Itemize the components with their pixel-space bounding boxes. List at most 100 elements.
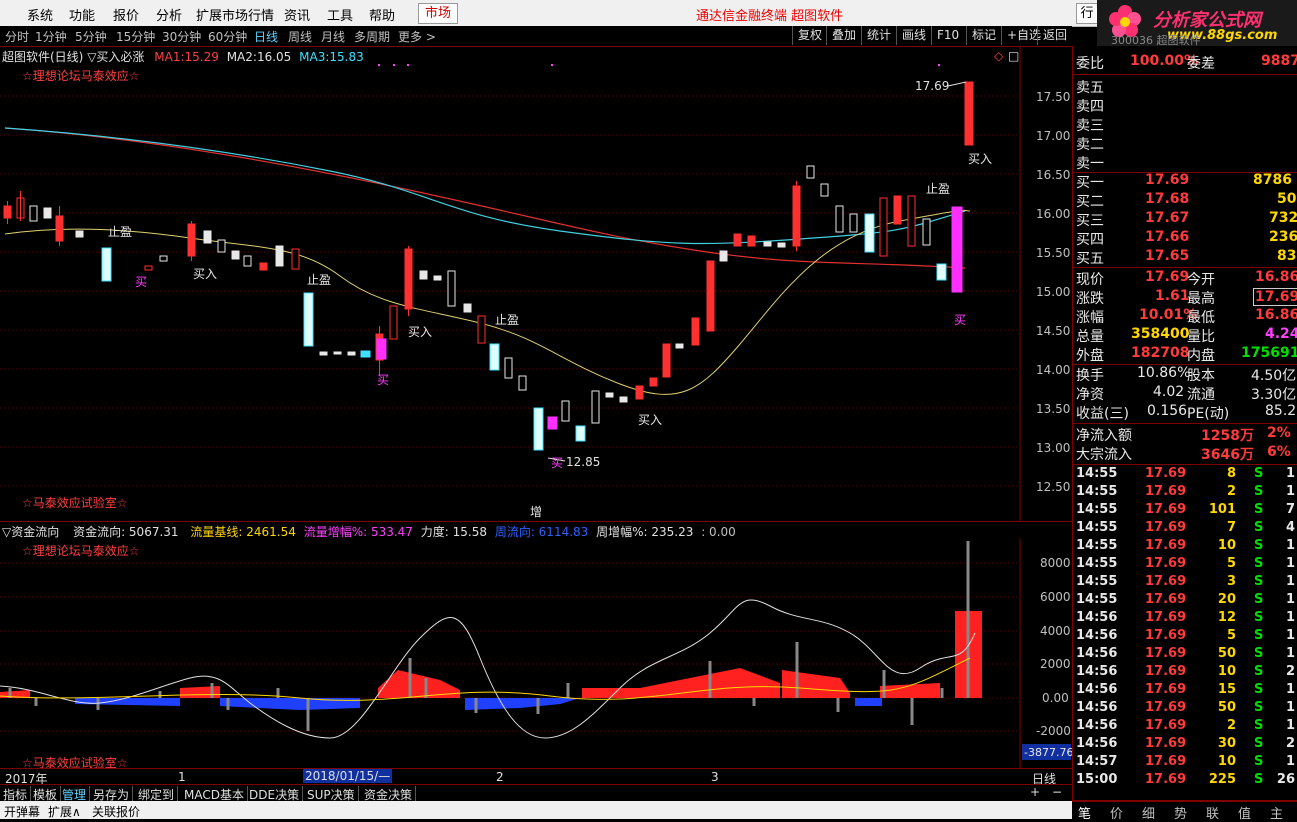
period-tab-30min[interactable]: 30分钟 [162,28,201,45]
period-tab-5min[interactable]: 5分钟 [75,28,107,45]
oscillator-line [0,599,976,739]
flow-axis: 8000 6000 4000 2000 0.00 -2000 [1036,556,1071,738]
tick-cell: 1 [1285,646,1295,661]
period-tab-15min[interactable]: 15分钟 [116,28,155,45]
diamond-icon[interactable]: ◇ [994,49,1004,63]
tick-cell: S [1254,520,1264,535]
minus-icon[interactable]: − [1052,785,1062,799]
flow-tick: 0.00 [1042,691,1069,705]
sub-indicator-name[interactable]: ▽资金流向 [2,525,59,539]
tick-cell: 14:56 [1076,646,1118,661]
period-tab-1min[interactable]: 1分钟 [35,28,67,45]
period-tab-multi[interactable]: 多周期 [354,28,390,45]
menu-item-quote[interactable]: 报价 [113,5,139,24]
mark-button[interactable]: 标记 [966,26,1001,45]
weekly-flow-value: 周流向: 6114.83 [494,525,589,539]
linked-quote-toggle[interactable]: 关联报价 [92,803,140,820]
tick-cell: 2 [1226,484,1236,499]
bid-row: 买五 17.65 83 [1076,248,1297,267]
back-button[interactable]: 返回 [1037,26,1072,45]
candlestick-chart[interactable]: 17.50 17.00 16.50 16.00 15.50 15.00 14.5… [0,46,1072,522]
stat-row: 外盘 182708 内盘 175691 [1076,345,1297,364]
menu-item-analysis[interactable]: 分析 [156,5,182,24]
bid-row: 买一 17.69 8786 [1076,172,1292,191]
period-tab-monthly[interactable]: 月线 [321,28,345,45]
stats-button[interactable]: 统计 [861,26,896,45]
danmaku-toggle[interactable]: 开弹幕 [4,803,40,820]
tick-row: 14:56 17.69 50 S 1 [1073,700,1297,718]
tick-cell: 17.69 [1145,592,1187,607]
strength-value: 力度: 15.58 [420,525,487,539]
price-tick: 17.00 [1036,129,1070,143]
flow-row: 净流入额 1258万 2% [1076,425,1291,444]
tick-cell: 1 [1285,754,1295,769]
tab-value[interactable]: 值 [1238,803,1251,822]
tick-row: 14:56 17.69 12 S 1 [1073,610,1297,628]
adjust-button[interactable]: 复权 [792,26,827,45]
tick-cell: 17.69 [1145,736,1187,751]
period-tab-daily[interactable]: 日线 [254,28,278,45]
overlay-button[interactable]: 叠加 [826,26,861,45]
menu-item-function[interactable]: 功能 [69,5,95,24]
extend-toggle[interactable]: 扩展∧ [48,803,81,820]
ask-level-label: 卖四 [1076,99,1104,115]
bid-row: 买三 17.67 732 [1076,210,1297,229]
tick-cell: 14:55 [1076,520,1118,535]
add-icon[interactable]: + [1030,785,1040,799]
extra-value: : 0.00 [701,525,736,539]
market-button[interactable]: 市场 [418,3,458,24]
tick-cell: 20 [1217,592,1236,607]
quote-switch-button[interactable]: 行 [1076,3,1098,24]
draw-line-button[interactable]: 画线 [896,26,931,45]
tick-cell: 3 [1226,574,1236,589]
close-icon[interactable]: □ [1008,49,1019,63]
candles [3,81,974,451]
price-tick: 14.50 [1036,324,1070,338]
period-tab-weekly[interactable]: 周线 [288,28,312,45]
tab-price[interactable]: 价 [1110,803,1123,822]
tab-main[interactable]: 主 [1270,803,1283,822]
tick-row: 15:00 17.69 225 S 26 [1073,772,1297,790]
tick-cell: S [1254,736,1264,751]
order-diff-value: 9887 [1261,53,1297,69]
tick-cell: 30 [1217,736,1236,751]
menu-item-extended-market[interactable]: 扩展市场行情 [196,5,274,24]
tab-linked[interactable]: 联 [1206,803,1219,822]
order-ratio-row: 委比 100.00% 委差 9887 [1073,53,1297,72]
signal-label: 买入 [193,267,217,281]
status-bar: 开弹幕 扩展∧ 关联报价 [0,801,1072,819]
period-tab-more[interactable]: 更多 > [398,28,436,45]
tick-cell: 14:56 [1076,736,1118,751]
tick-cell: S [1254,682,1264,697]
period-tab-60min[interactable]: 60分钟 [208,28,247,45]
stat-row: 收益(三) 0.156 PE(动) 85.2 [1076,403,1297,422]
tick-row: 14:55 17.69 101 S 7 [1073,502,1297,520]
time-axis: 2017年 1 2018/01/15/— 2 3 日线 [0,768,1072,786]
tick-cell: 10 [1217,664,1236,679]
signal-label: 买入 [968,152,992,166]
tick-cell: 17.69 [1145,754,1187,769]
signal-label: 止盈 [495,313,519,327]
menu-item-news[interactable]: 资讯 [284,5,310,24]
tab-trend[interactable]: 势 [1174,803,1187,822]
menu-item-system[interactable]: 系统 [27,5,53,24]
fund-flow-chart[interactable]: 8000 6000 4000 2000 0.00 -2000 -3877.76 [0,538,1072,768]
order-ratio-label: 委比 [1076,56,1104,72]
period-tab-intraday[interactable]: 分时 [5,28,29,45]
tab-trades[interactable]: 笔 [1078,803,1091,822]
f10-button[interactable]: F10 [931,26,964,45]
price-tick: 16.00 [1036,207,1070,221]
menu-item-tools[interactable]: 工具 [327,5,353,24]
tab-detail[interactable]: 细 [1142,803,1155,822]
quote-panel-tabs: 笔 价 细 势 联 值 主 [1072,801,1297,822]
tick-cell: 14:56 [1076,664,1118,679]
period-toolbar: 分时 1分钟 5分钟 15分钟 30分钟 60分钟 日线 周线 月线 多周期 更… [0,26,1072,47]
tick-cell: 17.69 [1145,628,1187,643]
tick-row: 14:56 17.69 2 S 1 [1073,718,1297,736]
menu-item-help[interactable]: 帮助 [369,5,395,24]
tick-cell: 1 [1285,556,1295,571]
signal-label: 止盈 [108,225,132,239]
tick-cell: S [1254,592,1264,607]
tick-row: 14:55 17.69 8 S 1 [1073,466,1297,484]
tick-cell: S [1254,502,1264,517]
